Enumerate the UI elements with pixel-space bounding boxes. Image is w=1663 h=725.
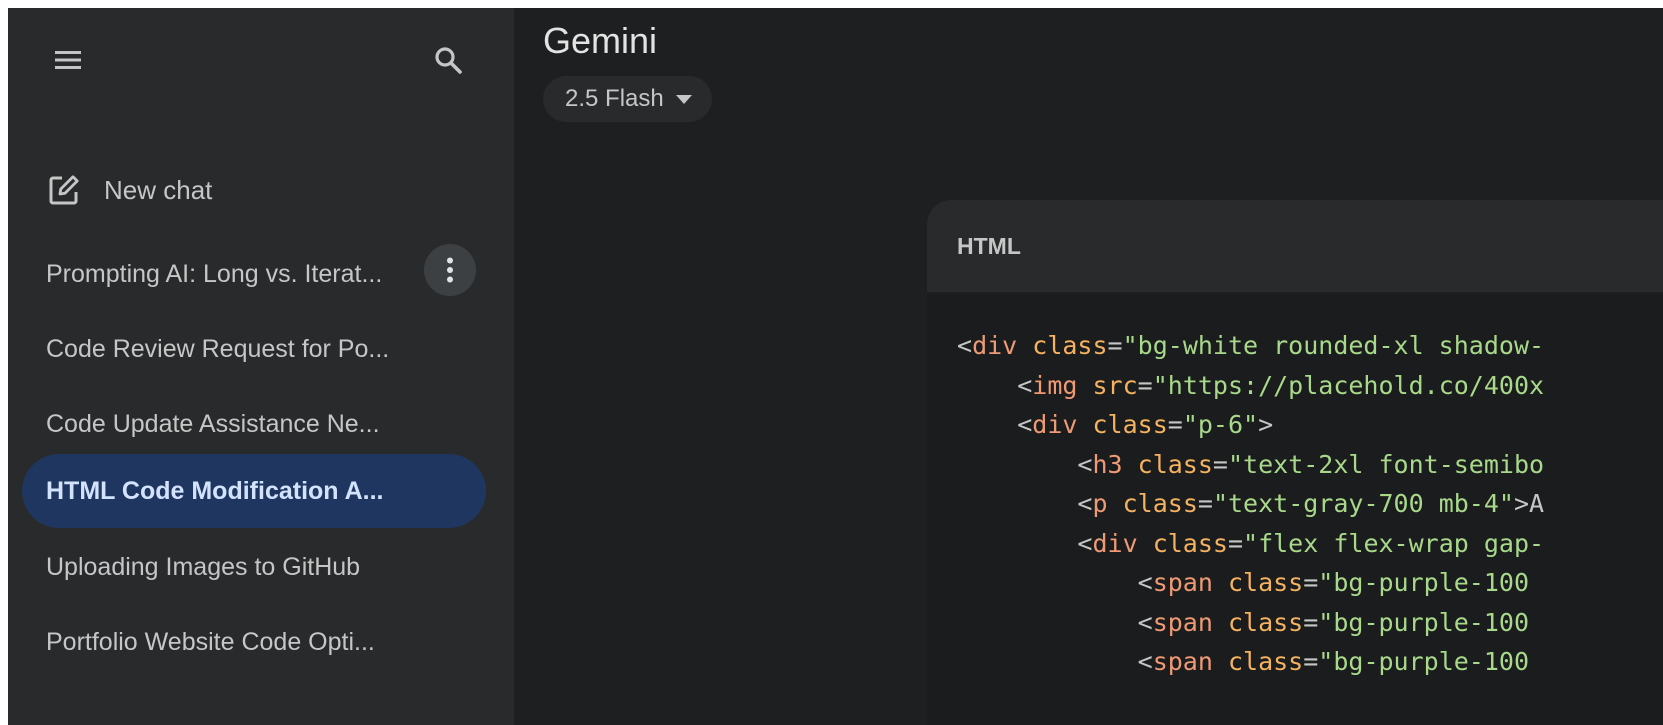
code-token: div (1092, 528, 1138, 558)
chat-title: Code Update Assistance Ne... (46, 409, 380, 438)
code-token: < (1137, 647, 1153, 676)
chat-title: Uploading Images to GitHub (46, 552, 361, 581)
code-token: span (1152, 607, 1213, 637)
code-token: < (1077, 528, 1093, 558)
sidebar-item-chat[interactable]: Portfolio Website Code Opti... (22, 605, 486, 679)
app-title: Gemini (543, 20, 658, 61)
main-panel: Gemini 2.5 Flash HTML <div class="bg-whi… (514, 8, 1663, 725)
code-token: class (1122, 489, 1198, 518)
code-token: "bg-purple-100 (1318, 647, 1530, 676)
code-token: = (1303, 568, 1319, 597)
code-token: "text-2xl font-semibo (1227, 449, 1545, 479)
code-line: <p class="text-gray-700 mb-4">A (957, 484, 1544, 524)
code-token: class (1032, 331, 1108, 360)
code-token: < (1017, 410, 1033, 439)
code-token: = (1303, 607, 1319, 637)
caret-down-icon (675, 94, 692, 104)
sidebar-item-chat[interactable]: Code Review Request for Po... (22, 312, 486, 386)
code-token: "flex flex-wrap gap- (1243, 528, 1545, 558)
code-language-label: HTML (957, 232, 1021, 259)
chat-title: HTML Code Modification A... (46, 476, 384, 505)
code-line: <span class="bg-purple-100 (957, 603, 1544, 643)
code-token: = (1212, 449, 1228, 479)
code-token: < (1077, 489, 1093, 518)
model-selector[interactable]: 2.5 Flash (543, 76, 712, 122)
code-token: span (1152, 568, 1213, 597)
code-token: h3 (1092, 449, 1123, 479)
code-token: class (1092, 410, 1168, 439)
code-token: = (1137, 370, 1153, 400)
model-label: 2.5 Flash (565, 85, 664, 112)
app-window: New chat Prompting AI: Long vs. Iterat..… (8, 8, 1663, 725)
code-line: <div class="p-6"> (957, 405, 1544, 445)
code-token: span (1152, 647, 1213, 676)
code-token: "bg-purple-100 (1318, 568, 1530, 597)
code-token: class (1137, 449, 1213, 479)
code-token: "https://placehold.co/400x (1152, 370, 1545, 400)
chat-options-button[interactable] (424, 244, 476, 296)
new-chat-button[interactable]: New chat (46, 166, 212, 214)
code-token: >A (1513, 489, 1545, 518)
code-token: "text-gray-700 mb-4" (1212, 489, 1514, 518)
code-line: <span class="bg-purple-100 (957, 642, 1544, 682)
code-line: <span class="bg-purple-100 (957, 563, 1544, 603)
code-line: <div class="flex flex-wrap gap- (957, 524, 1544, 564)
code-token: class (1227, 568, 1304, 597)
code-token: class (1227, 607, 1304, 637)
code-line: <img src="https://placehold.co/400x (957, 366, 1544, 406)
hamburger-menu-icon (55, 51, 81, 69)
code-content: <div class="bg-white rounded-xl shadow- … (957, 326, 1544, 682)
code-token: "bg-white rounded-xl shadow- (1122, 331, 1545, 360)
more-vertical-icon (447, 257, 453, 283)
code-token: "bg-purple-100 (1318, 607, 1530, 637)
chat-title: Code Review Request for Po... (46, 334, 390, 363)
chat-title: Prompting AI: Long vs. Iterat... (46, 259, 383, 288)
new-chat-label: New chat (104, 174, 213, 205)
code-token: "p-6" (1182, 410, 1259, 439)
search-button[interactable] (424, 36, 472, 84)
code-line: <h3 class="text-2xl font-semibo (957, 445, 1544, 485)
code-token: = (1227, 528, 1244, 558)
code-token: src (1092, 370, 1138, 400)
code-token: = (1167, 410, 1183, 439)
main-menu-button[interactable] (44, 36, 92, 84)
code-token: class (1227, 647, 1304, 676)
chat-title: Portfolio Website Code Opti... (46, 627, 375, 656)
code-token: < (1077, 449, 1093, 479)
code-token: < (957, 331, 973, 360)
code-token: < (1137, 607, 1153, 637)
code-block: HTML <div class="bg-white rounded-xl sha… (927, 200, 1663, 725)
code-token: img (1032, 370, 1078, 400)
search-icon (435, 47, 462, 74)
sidebar-item-chat[interactable]: Code Update Assistance Ne... (22, 387, 486, 461)
code-block-header: HTML (927, 200, 1663, 294)
code-line: <div class="bg-white rounded-xl shadow- (957, 326, 1544, 366)
code-token: < (1017, 370, 1033, 400)
code-token: < (1137, 568, 1153, 597)
code-token: = (1197, 489, 1213, 518)
code-token: div (972, 331, 1018, 360)
sidebar-item-chat-active[interactable]: HTML Code Modification A... (22, 454, 486, 528)
sidebar-item-chat[interactable]: Uploading Images to GitHub (22, 530, 486, 604)
code-token: p (1092, 489, 1108, 518)
edit-square-icon (49, 175, 79, 205)
sidebar: New chat Prompting AI: Long vs. Iterat..… (8, 8, 514, 725)
sidebar-item-chat[interactable]: Prompting AI: Long vs. Iterat... (22, 237, 486, 311)
code-token: div (1032, 410, 1078, 439)
code-token: = (1107, 331, 1123, 360)
code-token: = (1303, 647, 1319, 676)
code-token: > (1258, 410, 1274, 439)
code-token: class (1152, 528, 1228, 558)
